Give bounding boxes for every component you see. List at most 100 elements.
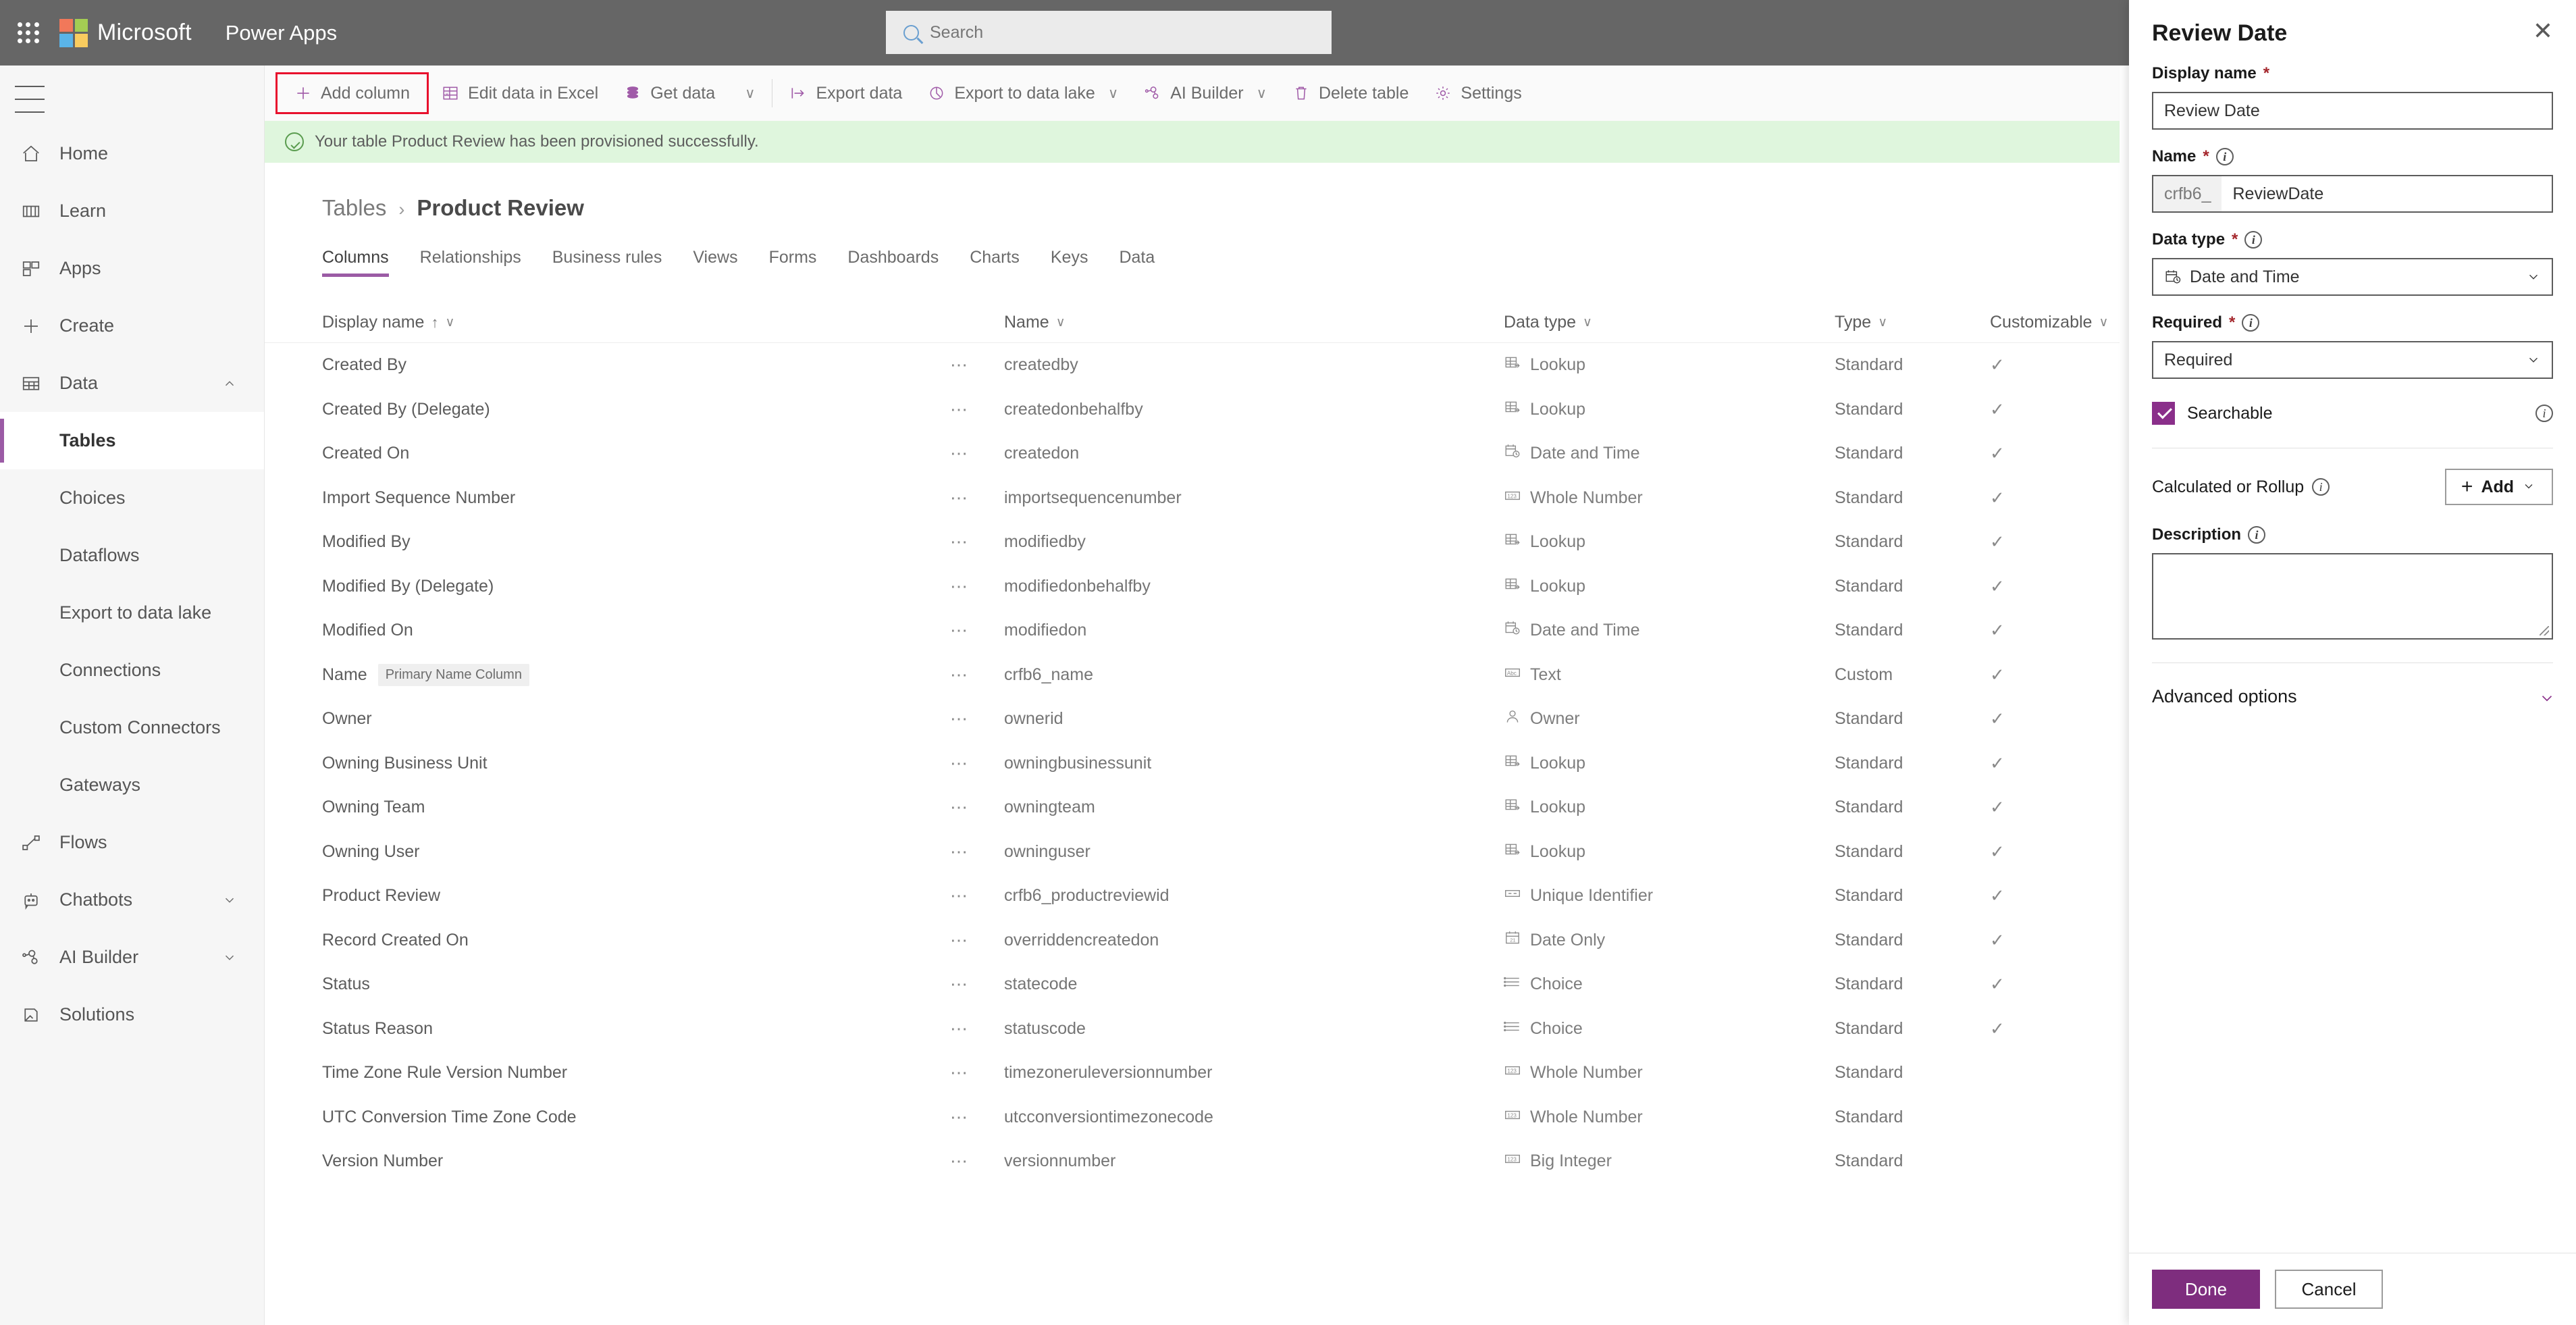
table-row[interactable]: Owner ⋯ ownerid Owner Standard ✓ <box>265 697 2225 742</box>
column-header-type[interactable]: Type ∨ <box>1835 313 1990 332</box>
table-row[interactable]: Record Created On ⋯ overriddencreatedon 21 D… <box>265 918 2225 963</box>
table-row[interactable]: Owning Team ⋯ owningteam Lookup Standard ✓ <box>265 785 2225 830</box>
row-overflow-menu-icon[interactable]: ⋯ <box>950 399 969 419</box>
tab-forms[interactable]: Forms <box>769 248 835 277</box>
tab-business-rules[interactable]: Business rules <box>552 248 680 277</box>
sidebar-item-custom-connectors[interactable]: Custom Connectors <box>0 699 264 756</box>
table-row[interactable]: Created On ⋯ createdon Date and Time Standar… <box>265 432 2225 476</box>
table-row[interactable]: Owning User ⋯ owninguser Lookup Standard ✓ <box>265 830 2225 875</box>
add-column-button[interactable]: Add column <box>275 72 429 114</box>
hamburger-menu-icon[interactable] <box>15 86 45 113</box>
table-row[interactable]: Status Reason ⋯ statuscode Choice Standard ✓ <box>265 1007 2225 1051</box>
ai-builder-button[interactable]: AI Builder ∨ <box>1131 72 1280 114</box>
cancel-button[interactable]: Cancel <box>2275 1270 2383 1309</box>
export-data-button[interactable]: Export data <box>777 72 915 114</box>
sidebar-item-chatbots[interactable]: Chatbots <box>0 871 264 929</box>
tab-keys[interactable]: Keys <box>1051 248 1106 277</box>
tab-views[interactable]: Views <box>693 248 755 277</box>
table-row[interactable]: Product Review ⋯ crfb6_productreviewid Uniq… <box>265 874 2225 918</box>
table-row[interactable]: Created By (Delegate) ⋯ createdonbehalfby L… <box>265 388 2225 432</box>
row-overflow-menu-icon[interactable]: ⋯ <box>950 797 969 817</box>
sidebar-item-ai-builder[interactable]: AI Builder <box>0 929 264 986</box>
check-icon: ✓ <box>1990 841 2005 862</box>
breadcrumb-tables-link[interactable]: Tables <box>322 195 386 221</box>
row-overflow-menu-icon[interactable]: ⋯ <box>950 1018 969 1039</box>
row-overflow-menu-icon[interactable]: ⋯ <box>950 355 969 375</box>
table-row[interactable]: Owning Business Unit ⋯ owningbusinessunit L… <box>265 742 2225 786</box>
table-row[interactable]: Modified On ⋯ modifiedon Date and Time Stand… <box>265 608 2225 653</box>
row-overflow-menu-icon[interactable]: ⋯ <box>950 665 969 685</box>
waffle-grid-icon[interactable] <box>14 18 43 48</box>
name-input[interactable]: crfb6_ ReviewDate <box>2152 175 2553 213</box>
tab-data[interactable]: Data <box>1119 248 1172 277</box>
column-header-name[interactable]: Name ∨ <box>1004 313 1504 332</box>
export-to-data-lake-button[interactable]: Export to data lake ∨ <box>915 72 1131 114</box>
tab-relationships[interactable]: Relationships <box>420 248 539 277</box>
sidebar-item-gateways[interactable]: Gateways <box>0 756 264 814</box>
sidebar-item-flows[interactable]: Flows <box>0 814 264 871</box>
row-overflow-menu-icon[interactable]: ⋯ <box>950 620 969 640</box>
done-button[interactable]: Done <box>2152 1270 2260 1309</box>
sidebar-item-dataflows[interactable]: Dataflows <box>0 527 264 584</box>
edit-data-in-excel-button[interactable]: X Edit data in Excel <box>429 72 611 114</box>
row-overflow-menu-icon[interactable]: ⋯ <box>950 1151 969 1171</box>
close-icon[interactable]: ✕ <box>2533 18 2553 43</box>
info-icon[interactable]: i <box>2312 478 2330 496</box>
row-overflow-menu-icon[interactable]: ⋯ <box>950 576 969 596</box>
display-name-input[interactable]: Review Date <box>2152 92 2553 130</box>
advanced-options-toggle[interactable]: Advanced options <box>2152 686 2553 707</box>
column-header-data-type[interactable]: Data type ∨ <box>1504 313 1835 332</box>
sidebar-item-create[interactable]: Create <box>0 297 264 355</box>
sidebar-item-data[interactable]: Data <box>0 355 264 412</box>
get-data-button[interactable]: Get data <box>611 72 728 114</box>
info-icon[interactable]: i <box>2535 405 2553 422</box>
data-type-select[interactable]: Date and Time <box>2152 258 2553 296</box>
row-overflow-menu-icon[interactable]: ⋯ <box>950 930 969 950</box>
row-overflow-menu-icon[interactable]: ⋯ <box>950 531 969 552</box>
add-calculated-button[interactable]: + Add <box>2445 469 2553 505</box>
settings-button[interactable]: Settings <box>1421 72 1534 114</box>
required-select[interactable]: Required <box>2152 341 2553 379</box>
grid-scroll-gutter[interactable] <box>2120 66 2129 1325</box>
sidebar-item-solutions[interactable]: Solutions <box>0 986 264 1043</box>
tab-columns[interactable]: Columns <box>322 248 406 277</box>
delete-table-button[interactable]: Delete table <box>1280 72 1421 114</box>
table-row[interactable]: Name Primary Name Column ⋯ crfb6_name Abc Tex… <box>265 653 2225 698</box>
row-overflow-menu-icon[interactable]: ⋯ <box>950 708 969 729</box>
row-overflow-menu-icon[interactable]: ⋯ <box>950 885 969 906</box>
table-row[interactable]: UTC Conversion Time Zone Code ⋯ utcconvers… <box>265 1095 2225 1140</box>
table-row[interactable]: Modified By ⋯ modifiedby Lookup Standard ✓ <box>265 520 2225 565</box>
row-overflow-menu-icon[interactable]: ⋯ <box>950 1062 969 1083</box>
sidebar-item-home[interactable]: Home <box>0 125 264 182</box>
sidebar-item-learn[interactable]: Learn <box>0 182 264 240</box>
sidebar-item-apps[interactable]: Apps <box>0 240 264 297</box>
info-icon[interactable]: i <box>2248 526 2266 544</box>
column-header-display-name[interactable]: Display name ↑ ∨ <box>322 313 950 332</box>
tab-dashboards[interactable]: Dashboards <box>847 248 956 277</box>
table-row[interactable]: Status ⋯ statecode Choice Standard ✓ <box>265 962 2225 1007</box>
get-data-chevron-button[interactable]: ∨ <box>728 72 768 114</box>
table-row[interactable]: Time Zone Rule Version Number ⋯ timezoneru… <box>265 1051 2225 1095</box>
description-textarea[interactable] <box>2152 553 2553 640</box>
info-icon[interactable]: i <box>2242 314 2260 332</box>
table-row[interactable]: Modified By (Delegate) ⋯ modifiedonbehalfb… <box>265 565 2225 609</box>
search-input[interactable]: Search <box>886 11 1332 54</box>
sidebar-item-choices[interactable]: Choices <box>0 469 264 527</box>
row-overflow-menu-icon[interactable]: ⋯ <box>950 443 969 463</box>
sidebar-item-export-to-data-lake[interactable]: Export to data lake <box>0 584 264 642</box>
row-overflow-menu-icon[interactable]: ⋯ <box>950 488 969 508</box>
row-overflow-menu-icon[interactable]: ⋯ <box>950 1107 969 1127</box>
searchable-checkbox[interactable] <box>2152 402 2175 425</box>
sidebar-item-connections[interactable]: Connections <box>0 642 264 699</box>
row-overflow-menu-icon[interactable]: ⋯ <box>950 841 969 862</box>
info-icon[interactable]: i <box>2215 148 2234 165</box>
table-row[interactable]: Created By ⋯ createdby Lookup Standard ✓ <box>265 343 2225 388</box>
info-icon[interactable]: i <box>2244 231 2263 249</box>
table-row[interactable]: Import Sequence Number ⋯ importsequencenum… <box>265 476 2225 521</box>
row-overflow-menu-icon[interactable]: ⋯ <box>950 974 969 994</box>
sidebar-item-tables[interactable]: Tables <box>0 412 264 469</box>
table-row[interactable]: Version Number ⋯ versionnumber 123 Big Integ… <box>265 1139 2225 1184</box>
microsoft-logo[interactable]: Microsoft <box>59 18 192 47</box>
row-overflow-menu-icon[interactable]: ⋯ <box>950 753 969 773</box>
tab-charts[interactable]: Charts <box>970 248 1037 277</box>
